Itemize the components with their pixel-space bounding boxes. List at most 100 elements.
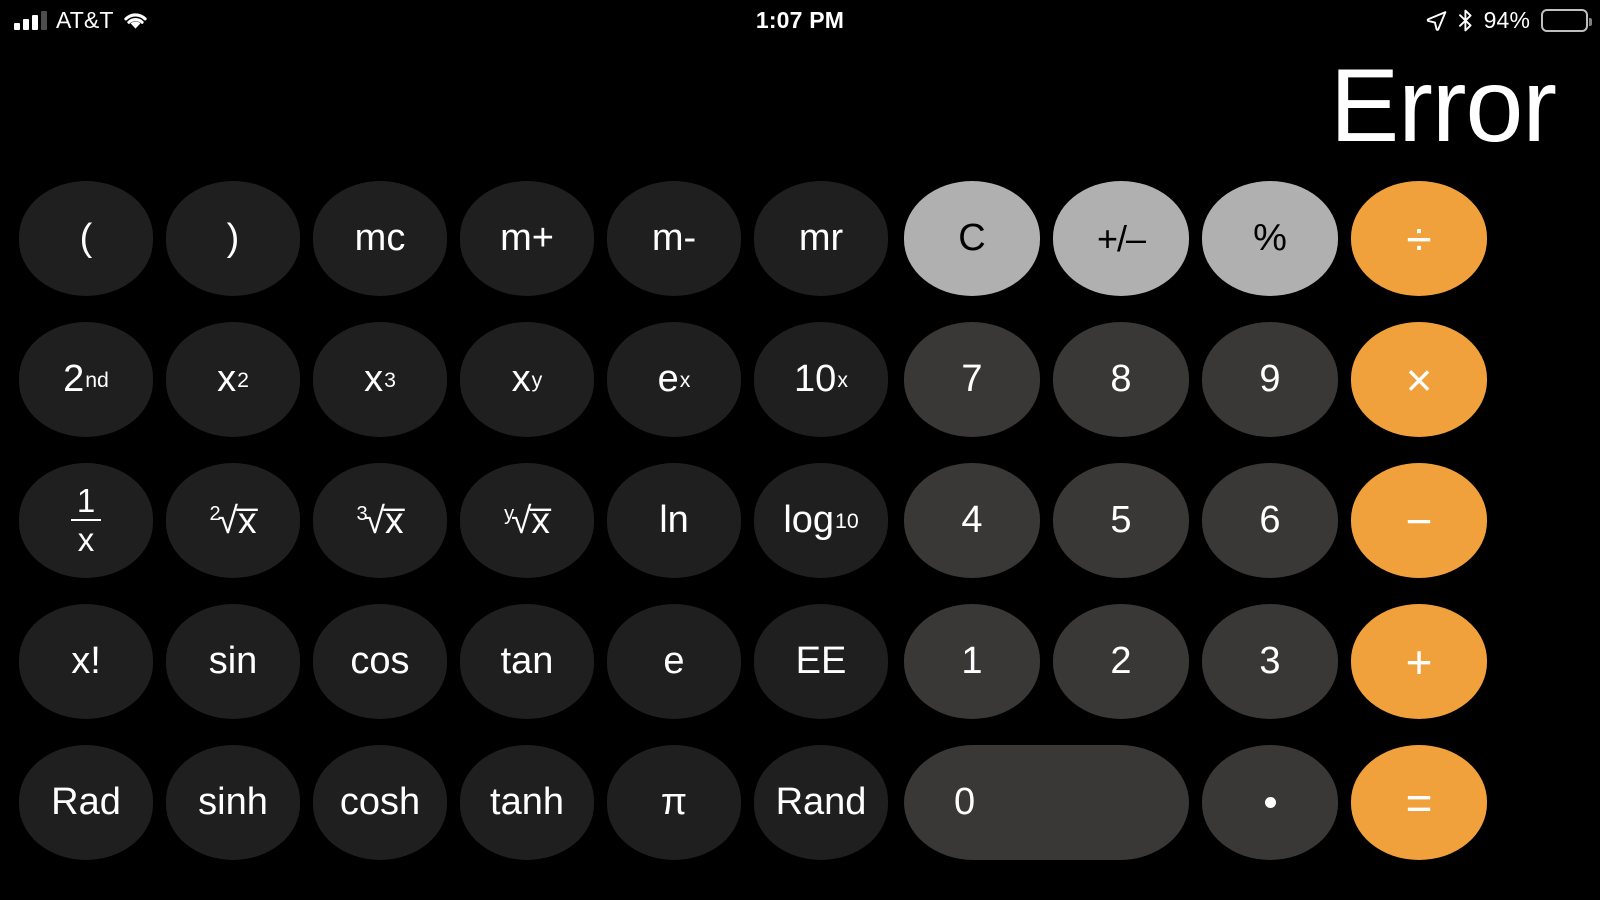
key-reciprocal[interactable]: 1x [19,463,153,578]
key-nth-root[interactable]: y √x̅ [460,463,594,578]
key-hyperbolic-cosine[interactable]: cosh [313,745,447,860]
key-label: 0 [954,781,976,823]
key-tangent[interactable]: tan [460,604,594,719]
key-hyperbolic-tangent[interactable]: tanh [460,745,594,860]
calculator-display: Error [0,40,1600,172]
operator-glyph: ÷ [1406,212,1432,265]
key-label: Rad [51,781,121,823]
key-base: x [511,358,531,400]
key-ten-power-x[interactable]: 10 x [754,322,888,437]
keypad-row: () mc m+ m-mr C +/–% ÷ [19,181,1581,296]
location-arrow-icon [1426,10,1447,31]
key-base: x [364,358,384,400]
key-label: e [663,640,685,682]
clock-label: 1:07 PM [755,6,845,33]
key-x-squared[interactable]: x2 [166,322,300,437]
key-multiply[interactable]: × [1351,322,1487,437]
key-label: tanh [490,781,564,823]
key-digit-0[interactable]: 0 [904,745,1189,860]
radical-sign: √x̅ [511,500,550,541]
key-pi-constant[interactable]: π [607,745,741,860]
key-label: m- [651,217,697,259]
key-label: 8 [1110,358,1132,400]
key-memory-subtract[interactable]: m- [607,181,741,296]
key-digit-6[interactable]: 6 [1202,463,1338,578]
key-label: 1 [961,640,983,682]
key-label: % [1253,217,1287,259]
bluetooth-icon [1458,9,1473,32]
key-digit-2[interactable]: 2 [1053,604,1189,719]
key-label: cos [350,640,410,682]
decimal-dot-glyph [1264,797,1276,808]
key-second-function[interactable]: 2nd [19,322,153,437]
operator-glyph: = [1405,776,1433,829]
key-memory-clear[interactable]: mc [313,181,447,296]
key-cube-root[interactable]: 3 √x̅ [313,463,447,578]
key-digit-1[interactable]: 1 [904,604,1040,719]
key-digit-7[interactable]: 7 [904,322,1040,437]
keypad-row: Rad sinh cosh tanh π Rand 0 = [19,745,1581,860]
key-percent[interactable]: % [1202,181,1338,296]
key-divide[interactable]: ÷ [1351,181,1487,296]
key-base: x [217,358,237,400]
key-euler-constant[interactable]: e [607,604,741,719]
fraction-numerator: 1 [76,482,96,520]
key-memory-add[interactable]: m+ [460,181,594,296]
key-sine[interactable]: sin [166,604,300,719]
key-x-cubed[interactable]: x3 [313,322,447,437]
status-bar-center: 1:07 PM [0,0,1600,40]
key-cosine[interactable]: cos [313,604,447,719]
key-base: log [783,499,835,541]
radical-glyph: y √x̅ [504,502,550,539]
key-label: π [660,781,688,823]
key-label: cosh [339,781,421,823]
key-factorial[interactable]: x! [19,604,153,719]
operator-glyph: + [1405,635,1433,688]
keypad-row: x! sin cos tan e EE 1 2 3 + [19,604,1581,719]
key-label: 7 [961,358,983,400]
key-label: EE [795,640,847,682]
key-label: ) [226,217,240,259]
key-digit-9[interactable]: 9 [1202,322,1338,437]
key-digit-8[interactable]: 8 [1053,322,1189,437]
key-x-power-y[interactable]: xy [460,322,594,437]
keypad-row: 1 x 2 √x̅ 3 √x̅ y √x̅ ln log 10 4 5 6 − [19,463,1581,578]
key-radian-mode[interactable]: Rad [19,745,153,860]
operator-glyph: × [1405,353,1433,406]
key-label: 9 [1259,358,1281,400]
display-value: Error [1329,48,1557,164]
key-label: 4 [961,499,983,541]
key-label: ( [79,217,93,259]
key-random-number[interactable]: Rand [754,745,888,860]
key-label: sinh [198,781,268,823]
key-close-paren[interactable]: ) [166,181,300,296]
key-open-paren[interactable]: ( [19,181,153,296]
key-natural-log[interactable]: ln [607,463,741,578]
battery-icon [1541,8,1592,32]
key-clear[interactable]: C [904,181,1040,296]
key-decimal-point[interactable] [1202,745,1338,860]
key-label: m+ [500,217,554,259]
key-exponent-entry[interactable]: EE [754,604,888,719]
keypad-row: 2nd x 2 x 3 x y e x 10 x 7 8 9 × [19,322,1581,437]
key-memory-recall[interactable]: mr [754,181,888,296]
key-label: Rand [775,781,867,823]
radical-glyph: 3 √x̅ [357,502,404,539]
key-digit-3[interactable]: 3 [1202,604,1338,719]
key-equals[interactable]: = [1351,745,1487,860]
key-e-power-x[interactable]: ex [607,322,741,437]
key-sign-toggle[interactable]: +/– [1053,181,1189,296]
key-base: 2 [63,358,85,400]
key-log-base-10[interactable]: log 10 [754,463,888,578]
key-label: mr [798,217,844,259]
key-hyperbolic-sine[interactable]: sinh [166,745,300,860]
key-digit-5[interactable]: 5 [1053,463,1189,578]
key-subtract[interactable]: − [1351,463,1487,578]
status-bar: AT&T 1:07 PM 94% [0,0,1600,40]
keypad: () mc m+ m-mr C +/–% ÷ 2nd x 2 x 3 x y e x 10 x 7 8 9 × 1 x 2 √x̅… [19,181,1581,860]
calculator-app: AT&T 1:07 PM 94% Error () mc m+ m- mr C… [0,0,1600,900]
key-square-root[interactable]: 2 √x̅ [166,463,300,578]
key-digit-4[interactable]: 4 [904,463,1040,578]
key-add[interactable]: + [1351,604,1487,719]
key-label: ln [659,499,689,541]
